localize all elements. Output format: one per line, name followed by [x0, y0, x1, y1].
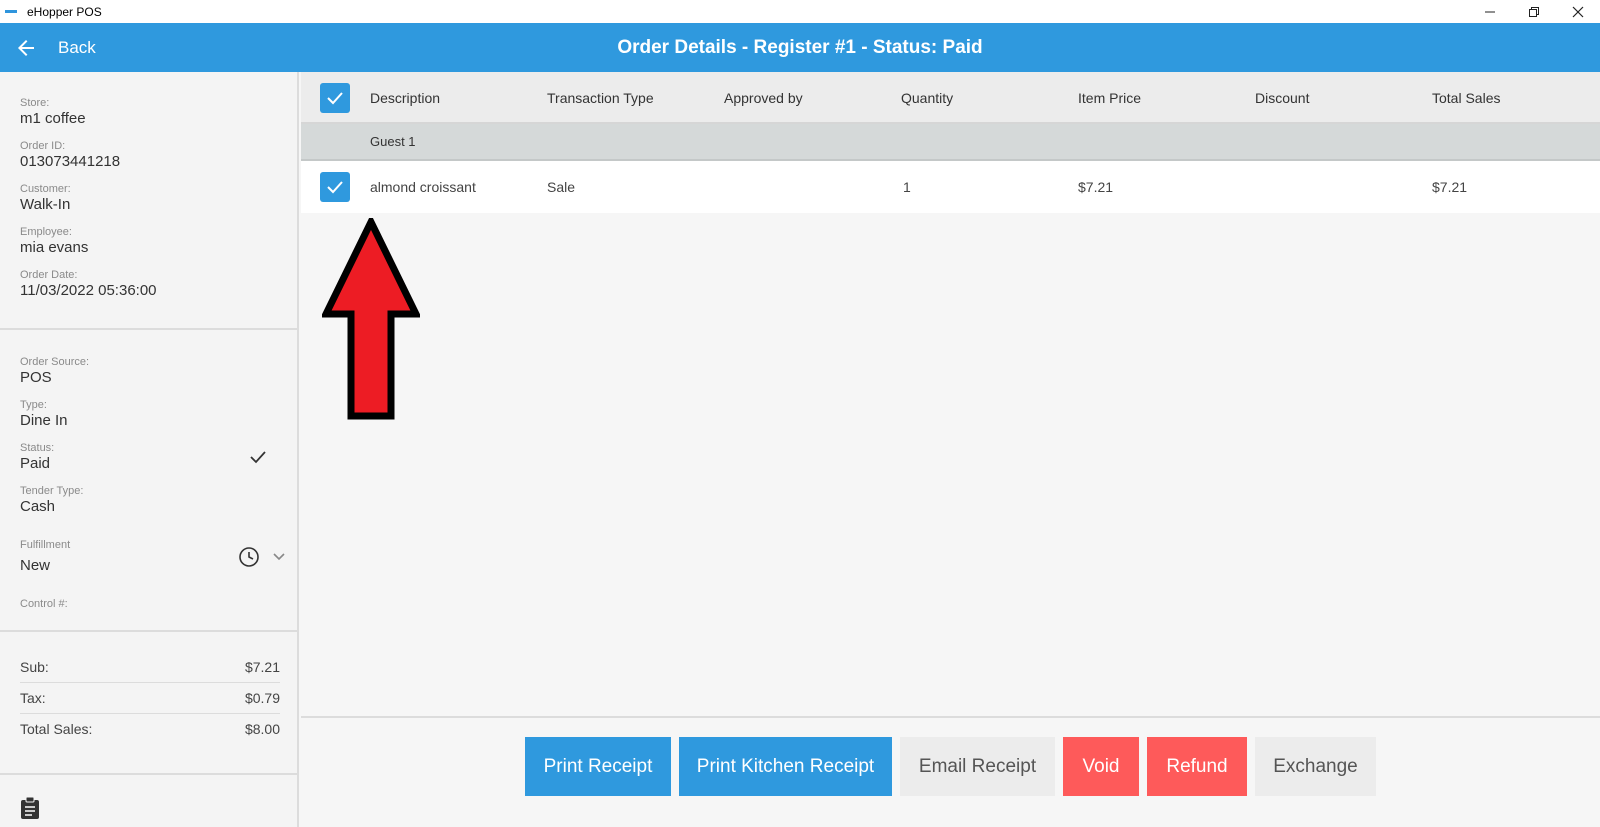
minimize-button[interactable]: [1468, 0, 1512, 23]
app-header: Back Order Details - Register #1 - Statu…: [0, 23, 1600, 72]
column-header-item-price[interactable]: Item Price: [1078, 72, 1141, 124]
checkmark-icon: [327, 181, 343, 194]
cell-item-price: $7.21: [1078, 179, 1114, 195]
order-date-field: Order Date: 11/03/2022 05:36:00: [20, 269, 157, 299]
type-label: Type:: [20, 399, 47, 411]
total-sales-row: Total Sales: $8.00: [20, 714, 280, 744]
store-field: Store: m1 coffee: [20, 97, 86, 127]
row-checkbox[interactable]: [320, 172, 350, 202]
checkmark-icon: [327, 92, 343, 105]
cell-description: almond croissant: [370, 179, 476, 195]
order-source-field: Order Source: POS: [20, 356, 89, 386]
subtotal-label: Sub:: [20, 659, 49, 675]
order-date-value: 11/03/2022 05:36:00: [20, 282, 157, 299]
table-header: Description Transaction Type Approved by…: [301, 72, 1600, 124]
order-source-label: Order Source:: [20, 356, 90, 368]
type-field: Type: Dine In: [20, 399, 68, 429]
window-title: eHopper POS: [27, 4, 102, 19]
customer-label: Customer:: [20, 183, 71, 195]
customer-field: Customer: Walk-In: [20, 183, 71, 213]
customer-value: Walk-In: [20, 196, 71, 213]
fulfillment-label: Fulfillment: [20, 539, 71, 551]
cell-quantity: 1: [903, 179, 911, 195]
order-id-field: Order ID: 013073441218: [20, 140, 120, 170]
column-header-transaction-type[interactable]: Transaction Type: [547, 72, 654, 124]
sidebar-divider: [0, 630, 299, 632]
print-receipt-button[interactable]: Print Receipt: [525, 737, 671, 796]
control-number-field: Control #:: [20, 598, 68, 610]
chevron-down-icon[interactable]: [272, 550, 286, 564]
exchange-button[interactable]: Exchange: [1255, 737, 1376, 796]
store-value: m1 coffee: [20, 110, 86, 127]
employee-field: Employee: mia evans: [20, 226, 88, 256]
total-sales-label: Total Sales:: [20, 721, 93, 737]
cell-transaction-type: Sale: [547, 179, 576, 195]
tender-type-field: Tender Type: Cash: [20, 485, 83, 515]
email-receipt-button[interactable]: Email Receipt: [900, 737, 1055, 796]
guest-label: Guest 1: [370, 134, 416, 149]
type-value: Dine In: [20, 412, 68, 429]
refund-button[interactable]: Refund: [1147, 737, 1247, 796]
column-header-total-sales[interactable]: Total Sales: [1432, 72, 1500, 124]
subtotal-value: $7.21: [244, 659, 280, 675]
void-button[interactable]: Void: [1063, 737, 1139, 796]
action-bar: Print Receipt Print Kitchen Receipt Emai…: [301, 716, 1600, 827]
order-source-value: POS: [20, 369, 52, 386]
window-controls: [1468, 0, 1600, 23]
subtotal-row: Sub: $7.21: [20, 652, 280, 682]
status-value: Paid: [20, 455, 51, 472]
tax-row: Tax: $0.79: [20, 683, 280, 713]
order-id-value: 013073441218: [20, 153, 121, 170]
app-logo-icon: [5, 10, 17, 13]
control-number-label: Control #:: [20, 598, 68, 610]
page-title: Order Details - Register #1 - Status: Pa…: [617, 37, 983, 58]
print-kitchen-receipt-button[interactable]: Print Kitchen Receipt: [679, 737, 892, 796]
tender-type-value: Cash: [20, 498, 56, 515]
column-header-discount[interactable]: Discount: [1255, 72, 1309, 124]
clock-icon[interactable]: [238, 546, 260, 568]
employee-value: mia evans: [20, 239, 89, 256]
window-titlebar: eHopper POS: [0, 0, 1600, 23]
column-header-description[interactable]: Description: [370, 72, 440, 124]
clipboard-icon[interactable]: [20, 796, 40, 820]
tax-value: $0.79: [244, 690, 280, 706]
tax-label: Tax:: [20, 690, 46, 706]
employee-label: Employee:: [20, 226, 72, 238]
order-info-sidebar: Store: m1 coffee Order ID: 013073441218 …: [0, 72, 299, 827]
annotation-arrow-icon: [322, 218, 420, 420]
restore-button[interactable]: [1512, 0, 1556, 23]
fulfillment-value: New: [20, 557, 51, 574]
minimize-icon: [1485, 11, 1495, 12]
tender-type-label: Tender Type:: [20, 485, 84, 497]
column-header-approved-by[interactable]: Approved by: [724, 72, 803, 124]
store-label: Store:: [20, 97, 50, 109]
close-icon: [1572, 6, 1584, 17]
restore-icon: [1529, 6, 1539, 17]
sidebar-divider: [0, 328, 299, 330]
fulfillment-field[interactable]: Fulfillment New: [20, 539, 70, 574]
table-row[interactable]: almond croissant Sale 1 $7.21 $7.21: [301, 161, 1600, 213]
select-all-checkbox[interactable]: [320, 83, 350, 113]
close-button[interactable]: [1556, 0, 1600, 23]
status-label: Status:: [20, 442, 55, 454]
status-field: Status: Paid: [20, 442, 54, 472]
total-sales-value: $8.00: [244, 721, 280, 737]
order-date-label: Order Date:: [20, 269, 78, 281]
sidebar-divider: [0, 773, 299, 775]
order-id-label: Order ID:: [20, 140, 66, 152]
guest-group-row[interactable]: Guest 1: [301, 124, 1600, 161]
check-icon: [250, 451, 266, 464]
cell-total-sales: $7.21: [1432, 179, 1468, 195]
column-header-quantity[interactable]: Quantity: [901, 72, 953, 124]
